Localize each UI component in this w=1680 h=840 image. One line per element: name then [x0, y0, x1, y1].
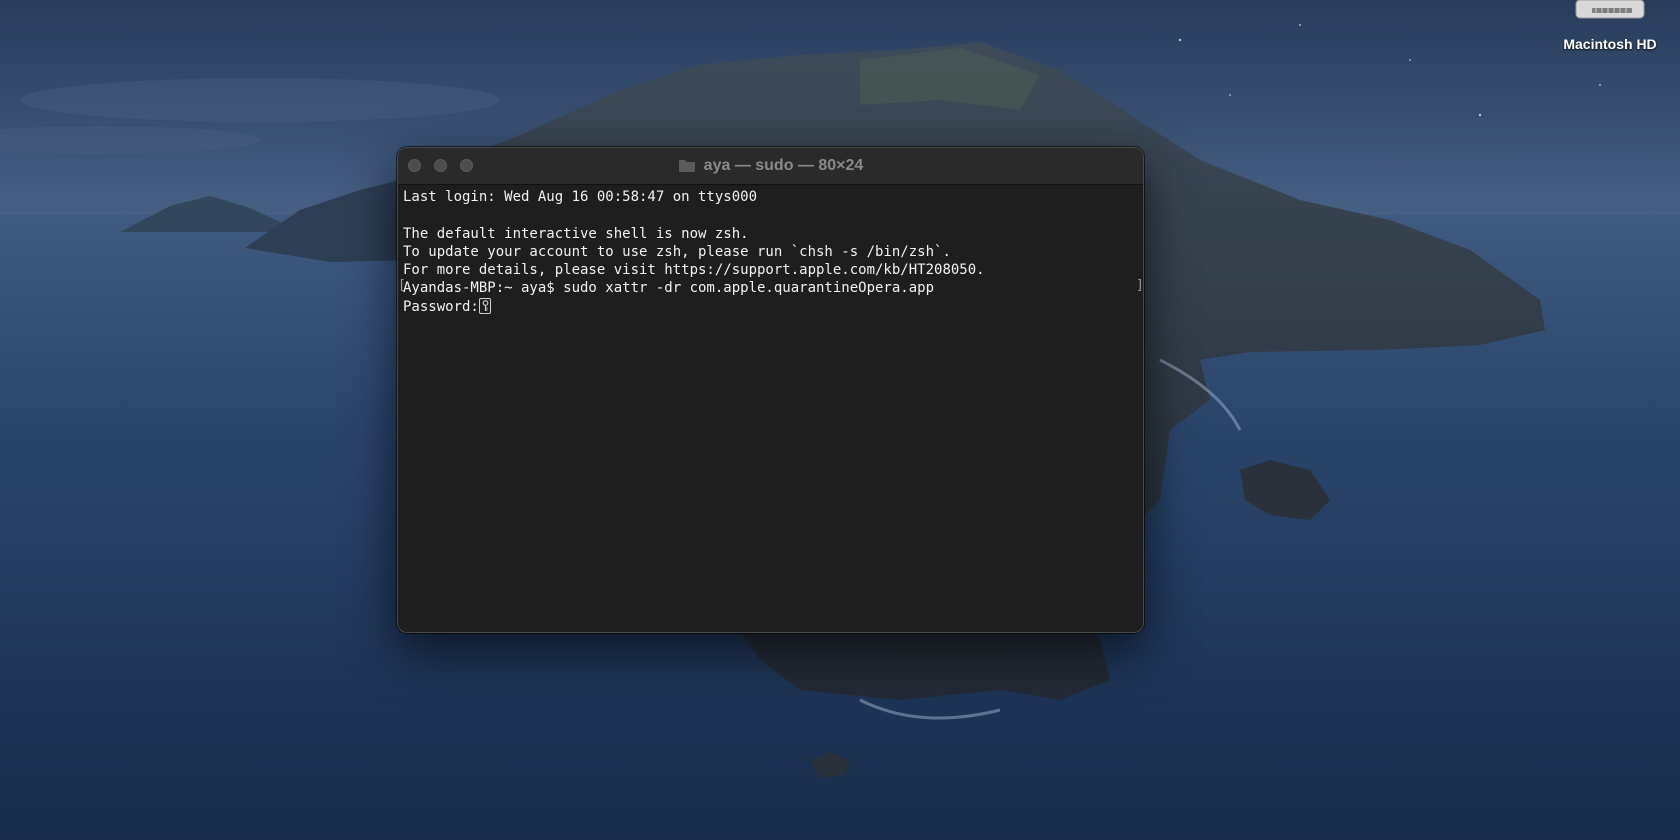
- password-prompt-line[interactable]: Password:: [403, 297, 1143, 316]
- mark-bracket-left: [: [398, 278, 406, 293]
- password-prompt: Password:: [403, 298, 479, 315]
- terminal-line-more-details: For more details, please visit https://s…: [403, 262, 985, 279]
- terminal-line-command: Ayandas-MBP:~ aya$ sudo xattr -dr com.ap…: [403, 280, 935, 297]
- window-title-group: aya — sudo — 80×24: [398, 148, 1143, 184]
- drive-label: Macintosh HD: [1563, 36, 1657, 52]
- terminal-line-last-login: Last login: Wed Aug 16 00:58:47 on ttys0…: [403, 189, 758, 205]
- terminal-line-default-shell: The default interactive shell is now zsh…: [403, 225, 749, 242]
- key-icon: [478, 297, 491, 314]
- macintosh-hd-desktop-icon[interactable]: Macintosh HD: [1530, 0, 1680, 60]
- terminal-output[interactable]: Last login: Wed Aug 16 00:58:47 on ttys0…: [398, 184, 1143, 632]
- terminal-window[interactable]: aya — sudo — 80×24 Last login: Wed Aug 1…: [397, 147, 1144, 633]
- folder-icon: [678, 160, 695, 172]
- window-titlebar[interactable]: aya — sudo — 80×24: [398, 148, 1143, 185]
- hard-drive-icon: [1575, 0, 1645, 19]
- mark-bracket-right: ]: [1136, 278, 1144, 293]
- terminal-line-update-account: To update your account to use zsh, pleas…: [403, 243, 951, 260]
- window-title: aya — sudo — 80×24: [703, 157, 864, 174]
